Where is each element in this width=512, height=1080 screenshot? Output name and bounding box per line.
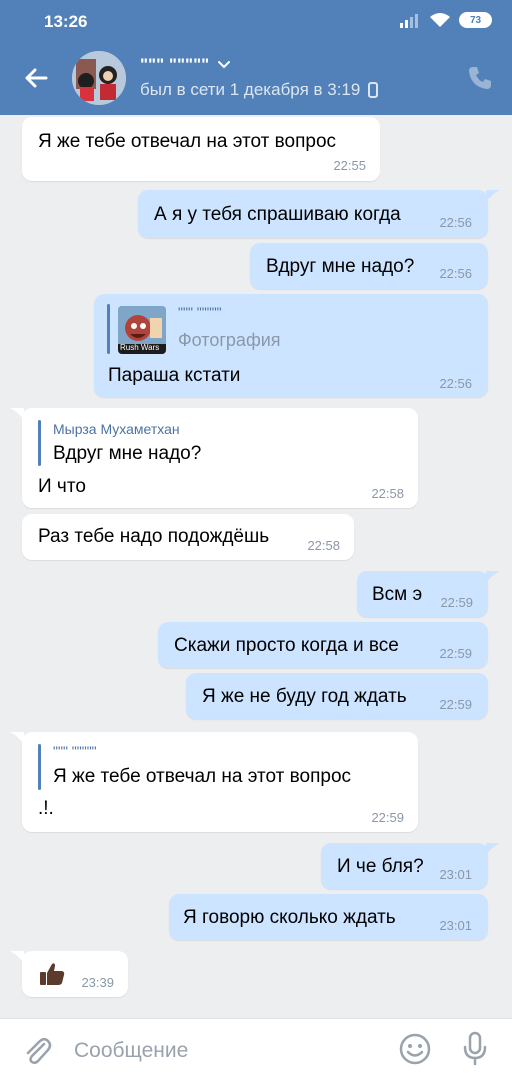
quote-text: Вдруг мне надо? <box>53 443 202 464</box>
wifi-icon <box>430 13 450 27</box>
bubble-tail <box>486 843 500 855</box>
message-time: 22:59 <box>439 646 472 661</box>
message-outgoing[interactable]: Rush Wars """ """"" Фотография Параша кс… <box>94 294 488 397</box>
message-text: Скажи просто когда и все <box>174 635 399 656</box>
message-text: И что <box>38 476 86 497</box>
quote-bar <box>38 744 41 790</box>
message-outgoing[interactable]: Я говорю сколько ждать 23:01 <box>169 894 488 940</box>
message-text: .!. <box>38 798 54 819</box>
bubble-tail <box>10 951 24 963</box>
message-incoming[interactable]: """ """"" Я же тебе отвечал на этот вопр… <box>22 732 418 832</box>
quote-bar <box>38 420 41 466</box>
thumbs-up-icon <box>40 963 65 985</box>
quote-text: Фотография <box>178 330 281 350</box>
message-composer <box>0 1018 512 1080</box>
message-incoming[interactable]: Раз тебе надо подождёшь 22:58 <box>22 514 354 560</box>
message-outgoing[interactable]: И че бля? 23:01 <box>321 843 488 889</box>
emoji-icon[interactable] <box>398 1032 432 1066</box>
message-outgoing[interactable]: Всм э 22:59 <box>357 571 488 617</box>
message-text: Всм э <box>372 584 423 605</box>
message-time: 22:58 <box>307 538 340 553</box>
message-time: 22:56 <box>439 376 472 391</box>
mobile-icon <box>368 82 379 98</box>
message-time: 23:01 <box>439 867 472 882</box>
message-time: 23:01 <box>439 918 472 933</box>
quote-author: """ """"" <box>53 743 97 759</box>
message-incoming[interactable]: Мырза Мухаметхан Вдруг мне надо? И что 2… <box>22 408 418 508</box>
status-time: 13:26 <box>44 12 88 31</box>
message-text: Я же тебе отвечал на этот вопрос <box>38 131 337 152</box>
message-text: Вдруг мне надо? <box>266 256 415 277</box>
message-time: 22:56 <box>439 215 472 230</box>
bubble-tail <box>486 190 500 202</box>
message-text: Параша кстати <box>108 365 241 386</box>
message-outgoing[interactable]: Я же не буду год ждать 22:59 <box>186 673 488 719</box>
message-time: 22:58 <box>371 486 404 501</box>
message-text: Я же не буду год ждать <box>202 686 407 707</box>
quote-bar <box>107 304 110 354</box>
message-text: Я говорю сколько ждать <box>183 907 396 928</box>
microphone-icon[interactable] <box>460 1031 490 1067</box>
quote-author: Мырза Мухаметхан <box>53 421 180 437</box>
quote-author: """ """"" <box>178 304 222 320</box>
message-outgoing[interactable]: Скажи просто когда и все 22:59 <box>158 622 488 668</box>
message-time: 22:59 <box>371 810 404 825</box>
message-time: 22:56 <box>439 266 472 281</box>
avatar[interactable] <box>72 51 126 105</box>
message-text: Раз тебе надо подождёшь <box>38 526 270 547</box>
signal-icon <box>400 14 418 28</box>
last-seen-text: был в сети 1 декабря в 3:19 <box>140 80 361 99</box>
message-input[interactable] <box>74 1037 374 1065</box>
photo-thumbnail[interactable]: Rush Wars <box>118 306 166 354</box>
chevron-down-icon[interactable] <box>217 60 231 70</box>
bubble-tail <box>10 732 24 744</box>
message-time: 22:59 <box>440 595 473 610</box>
message-outgoing[interactable]: Вдруг мне надо? 22:56 <box>250 243 488 289</box>
message-outgoing[interactable]: А я у тебя спрашиваю когда 22:56 <box>138 190 488 238</box>
chat-name-text: """ """"" <box>140 55 210 74</box>
chat-header: 13:26 73 """ """"" был в сети 1 декабря … <box>0 0 512 115</box>
message-text: И че бля? <box>337 856 424 877</box>
last-seen: был в сети 1 декабря в 3:19 <box>140 80 379 100</box>
message-incoming[interactable]: 23:39 <box>22 951 128 997</box>
bubble-tail <box>486 571 500 583</box>
message-time: 22:55 <box>333 158 366 173</box>
chat-name[interactable]: """ """"" <box>140 55 231 75</box>
message-time: 23:39 <box>81 975 114 990</box>
message-time: 22:59 <box>439 697 472 712</box>
bubble-tail <box>10 408 24 420</box>
attachment-icon[interactable] <box>22 1034 52 1068</box>
message-text: А я у тебя спрашиваю когда <box>154 204 401 225</box>
message-incoming[interactable]: Я же тебе отвечал на этот вопрос 22:55 <box>22 117 380 181</box>
back-arrow-icon[interactable] <box>20 62 52 94</box>
status-icons: 73 <box>399 12 492 28</box>
battery-indicator: 73 <box>459 12 492 28</box>
quote-text: Я же тебе отвечал на этот вопрос <box>53 766 352 787</box>
phone-icon[interactable] <box>466 64 494 92</box>
status-bar: 13:26 73 <box>0 0 512 44</box>
thumbnail-label: Rush Wars <box>120 343 160 352</box>
